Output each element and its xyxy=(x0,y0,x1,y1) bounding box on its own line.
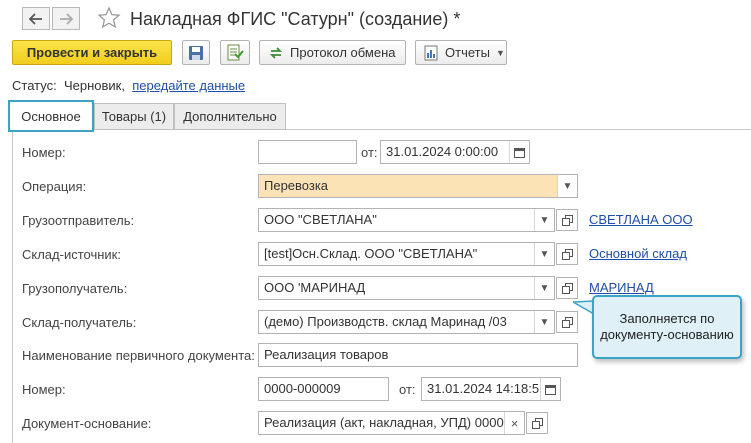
base-doc-label: Документ-основание: xyxy=(22,416,152,431)
calendar-icon xyxy=(545,384,556,395)
open-window-icon xyxy=(531,417,543,429)
consignee-link[interactable]: МАРИНАД xyxy=(589,280,654,295)
tab-additional-label: Дополнительно xyxy=(183,109,277,124)
window-title: Накладная ФГИС "Сатурн" (создание) * xyxy=(130,9,461,29)
dropdown-arrow-icon: ▼ xyxy=(495,47,505,58)
post-document-icon xyxy=(227,44,244,60)
dest-warehouse-select[interactable]: (демо) Производств. склад Маринад /03 ▼ xyxy=(258,310,555,334)
tab-additional[interactable]: Дополнительно xyxy=(174,103,286,130)
source-warehouse-value: [test]Осн.Склад. ООО "СВЕТЛАНА" xyxy=(264,246,478,261)
favorite-star-icon[interactable] xyxy=(97,6,121,33)
primary-doc-name-input[interactable]: Реализация товаров xyxy=(258,343,578,367)
operation-label: Операция: xyxy=(22,179,87,194)
open-window-icon xyxy=(561,248,573,260)
shipper-value: ООО "СВЕТЛАНА" xyxy=(264,212,377,227)
operation-value: Перевозка xyxy=(264,178,329,193)
consignee-value: ООО 'МАРИНАД xyxy=(264,280,366,295)
exchange-icon xyxy=(269,46,283,59)
calendar-button[interactable] xyxy=(540,378,560,400)
forward-button[interactable] xyxy=(52,7,80,30)
number-label: Номер: xyxy=(22,145,66,160)
back-button[interactable] xyxy=(22,7,50,30)
primary-doc-number-input[interactable]: 0000-000009 xyxy=(258,377,389,401)
status-line: Статус: Черновик, передайте данные xyxy=(12,78,245,93)
base-doc-open-button[interactable] xyxy=(526,412,548,434)
consignee-select[interactable]: ООО 'МАРИНАД ▼ xyxy=(258,276,555,300)
shipper-label: Грузоотправитель: xyxy=(22,213,135,228)
base-doc-value: Реализация (акт, накладная, УПД) 0000- xyxy=(264,415,504,430)
shipper-dropdown-button[interactable]: ▼ xyxy=(534,209,554,231)
calendar-button[interactable] xyxy=(509,141,529,163)
tab-main-label: Основное xyxy=(21,108,81,124)
chevron-down-icon: ▼ xyxy=(562,180,573,192)
shipper-link[interactable]: СВЕТЛАНА ООО xyxy=(589,212,693,227)
close-icon: × xyxy=(510,415,519,431)
primary-doc-date-from-label: от: xyxy=(399,382,416,397)
save-button[interactable] xyxy=(182,40,210,65)
source-warehouse-dropdown-button[interactable]: ▼ xyxy=(534,243,554,265)
source-warehouse-link[interactable]: Основной склад xyxy=(589,246,687,261)
primary-doc-number-value: 0000-000009 xyxy=(264,381,341,396)
save-icon xyxy=(189,45,203,60)
number-value xyxy=(259,141,356,163)
status-value: Черновик, xyxy=(63,78,125,93)
source-warehouse-open-button[interactable] xyxy=(556,243,578,265)
number-date-from-label: от: xyxy=(361,145,378,160)
consignee-open-button[interactable] xyxy=(556,277,578,299)
source-warehouse-label: Склад-источник: xyxy=(22,247,121,262)
exchange-protocol-button[interactable]: Протокол обмена xyxy=(259,40,406,65)
operation-dropdown-button[interactable]: ▼ xyxy=(557,175,577,197)
base-doc-clear-button[interactable]: × xyxy=(504,412,524,434)
dest-warehouse-dropdown-button[interactable]: ▼ xyxy=(534,311,554,333)
primary-doc-date-value: 31.01.2024 14:18:5 xyxy=(427,381,540,396)
hint-callout-text: Заполняется по документу-основанию xyxy=(600,311,734,342)
arrow-right-icon xyxy=(60,12,73,25)
reports-label: Отчеты xyxy=(445,45,490,60)
hint-callout: Заполняется по документу-основанию xyxy=(592,295,742,359)
open-window-icon xyxy=(561,214,573,226)
open-window-icon xyxy=(561,316,573,328)
document-date-input[interactable]: 31.01.2024 0:00:00 xyxy=(380,140,530,164)
report-icon xyxy=(424,45,438,60)
chevron-down-icon: ▼ xyxy=(539,214,550,226)
calendar-icon xyxy=(514,147,525,158)
chevron-down-icon: ▼ xyxy=(539,316,550,328)
chevron-down-icon: ▼ xyxy=(539,248,550,260)
arrow-left-icon xyxy=(29,12,42,25)
base-doc-select[interactable]: Реализация (акт, накладная, УПД) 0000- × xyxy=(258,411,525,435)
operation-select[interactable]: Перевозка ▼ xyxy=(258,174,578,198)
status-label: Статус: xyxy=(12,78,57,93)
number-input[interactable] xyxy=(258,140,357,164)
shipper-select[interactable]: ООО "СВЕТЛАНА" ▼ xyxy=(258,208,555,232)
send-data-link[interactable]: передайте данные xyxy=(132,78,245,93)
source-warehouse-select[interactable]: [test]Осн.Склад. ООО "СВЕТЛАНА" ▼ xyxy=(258,242,555,266)
post-and-close-label: Провести и закрыть xyxy=(26,45,158,60)
tab-goods-label: Товары (1) xyxy=(101,109,167,124)
consignee-dropdown-button[interactable]: ▼ xyxy=(534,277,554,299)
post-button[interactable] xyxy=(220,40,250,65)
primary-doc-number-label: Номер: xyxy=(22,382,66,397)
document-date-value: 31.01.2024 0:00:00 xyxy=(386,144,499,159)
dest-warehouse-value: (демо) Производств. склад Маринад /03 xyxy=(264,314,507,329)
tab-main[interactable]: Основное xyxy=(8,100,94,132)
open-window-icon xyxy=(561,282,573,294)
exchange-protocol-label: Протокол обмена xyxy=(290,45,396,60)
reports-button[interactable]: Отчеты ▼ xyxy=(415,40,507,65)
primary-doc-name-value: Реализация товаров xyxy=(264,347,389,362)
consignee-label: Грузополучатель: xyxy=(22,281,128,296)
primary-doc-date-input[interactable]: 31.01.2024 14:18:5 xyxy=(421,377,561,401)
tab-goods[interactable]: Товары (1) xyxy=(94,103,174,130)
primary-doc-name-label: Наименование первичного документа: xyxy=(22,348,255,363)
chevron-down-icon: ▼ xyxy=(539,282,550,294)
post-and-close-button[interactable]: Провести и закрыть xyxy=(12,40,172,65)
shipper-open-button[interactable] xyxy=(556,209,578,231)
dest-warehouse-label: Склад-получатель: xyxy=(22,315,137,330)
